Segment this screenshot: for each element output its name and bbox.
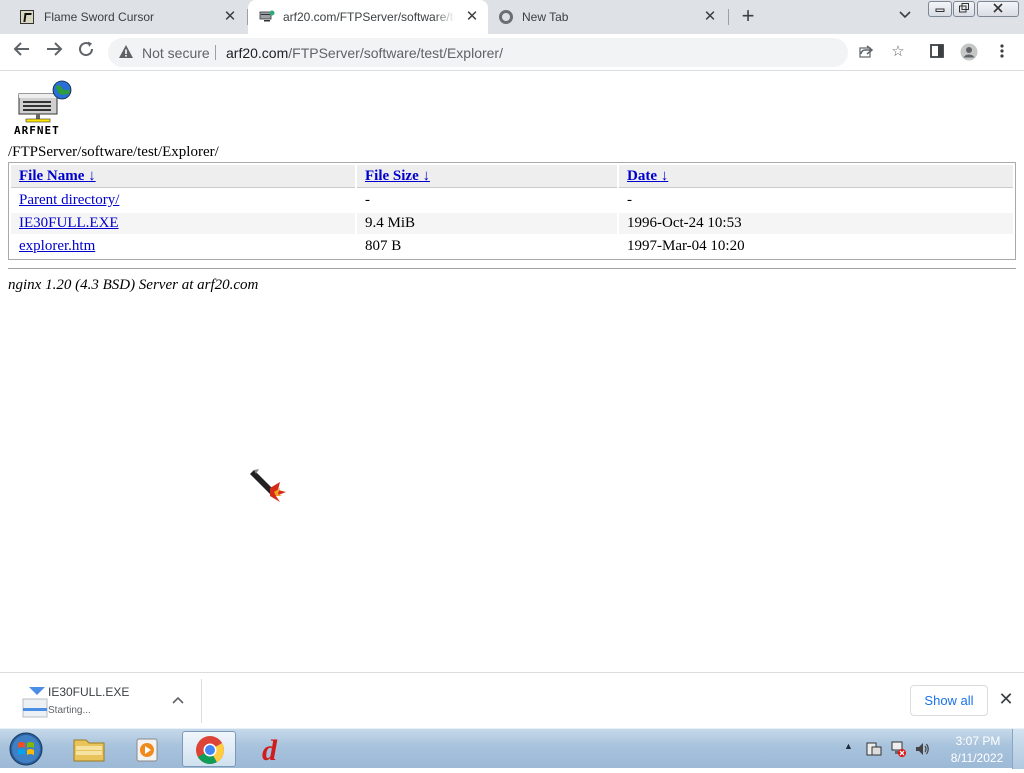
svg-text:d: d — [262, 734, 278, 767]
url-host: arf20.com — [226, 45, 289, 61]
show-all-downloads-button[interactable]: Show all — [910, 685, 988, 716]
table-row: explorer.htm 807 B 1997-Mar-04 10:20 — [11, 236, 1013, 257]
clock-time[interactable]: 3:07 PM — [952, 734, 1004, 748]
download-separator — [201, 679, 202, 723]
close-tab-icon[interactable]: ✕ — [222, 9, 238, 25]
sort-by-date-link[interactable]: Date ↓ — [627, 168, 668, 184]
file-name-cell: IE30FULL.EXE — [11, 213, 355, 234]
date-cell: - — [627, 192, 632, 208]
column-label: File Size — [365, 168, 419, 184]
security-label[interactable]: Not secure — [142, 45, 210, 61]
column-header-file-size: File Size ↓ — [357, 165, 617, 188]
close-tab-icon[interactable]: ✕ — [702, 9, 718, 25]
sort-arrow-icon: ↓ — [422, 168, 430, 184]
download-status: Starting... — [48, 705, 91, 716]
side-panel-icon[interactable] — [928, 43, 946, 61]
file-listing: File Name ↓ File Size ↓ Date ↓ Parent di… — [8, 162, 1016, 260]
windows-taskbar: d ▲ 3:07 PM 8/11/2022 — [0, 728, 1024, 769]
folder-icon — [73, 739, 105, 762]
horizontal-rule — [8, 268, 1016, 269]
url-path: /FTPServer/software/test/Explorer/ — [288, 45, 503, 61]
column-label: File Name — [19, 168, 85, 184]
tab-search-chevron-icon[interactable] — [896, 9, 914, 25]
tab-title: Flame Sword Cursor — [44, 10, 155, 24]
d-app-icon: d — [262, 734, 278, 767]
minimize-button[interactable] — [928, 1, 952, 17]
browser-menu-icon[interactable] — [993, 43, 1011, 61]
taskbar-d-app[interactable]: d — [248, 731, 302, 767]
download-item[interactable]: IE30FULL.EXE Starting... — [0, 673, 200, 729]
show-desktop-button[interactable] — [1012, 729, 1024, 769]
close-download-bar-icon[interactable]: ✕ — [996, 689, 1016, 709]
tab-flame-sword-cursor[interactable]: Flame Sword Cursor ✕ — [8, 0, 246, 34]
tab-title: New Tab — [522, 10, 569, 24]
table-header-row: File Name ↓ File Size ↓ Date ↓ — [11, 165, 1013, 188]
table-row: IE30FULL.EXE 9.4 MiB 1996-Oct-24 10:53 — [11, 213, 1013, 234]
column-header-file-name: File Name ↓ — [11, 165, 355, 188]
server-signature: nginx 1.20 (4.3 BSD) Server at arf20.com — [8, 277, 259, 293]
chevron-up-icon[interactable] — [170, 693, 186, 709]
tab-new-tab[interactable]: New Tab ✕ — [488, 0, 726, 34]
close-window-button[interactable] — [977, 1, 1019, 17]
date-cell: 1997-Mar-04 10:20 — [627, 238, 745, 254]
clock-date[interactable]: 8/11/2022 — [946, 751, 1008, 765]
network-error-icon[interactable] — [890, 741, 906, 757]
url-text[interactable]: arf20.com/FTPServer/software/test/Explor… — [226, 45, 503, 61]
file-size-cell: 9.4 MiB — [357, 213, 617, 234]
volume-icon[interactable] — [914, 741, 930, 757]
chrome-favicon-icon — [499, 10, 513, 24]
share-icon[interactable] — [857, 43, 875, 61]
cursor-favicon-icon — [20, 10, 34, 24]
chrome-icon — [196, 736, 224, 764]
file-table: File Name ↓ File Size ↓ Date ↓ Parent di… — [9, 163, 1015, 259]
directory-path: /FTPServer/software/test/Explorer/ — [8, 144, 219, 160]
taskbar-file-explorer[interactable] — [62, 731, 116, 767]
parent-directory-link[interactable]: Parent directory/ — [19, 192, 119, 208]
show-hidden-icons-icon[interactable]: ▲ — [844, 741, 853, 751]
address-bar[interactable]: Not secure arf20.com/FTPServer/software/… — [108, 38, 848, 67]
omnibox-divider — [215, 45, 216, 60]
tab-arf20-explorer[interactable]: arf20.com/FTPServer/software/test/Explor… — [248, 0, 488, 34]
file-link-explorer-htm[interactable]: explorer.htm — [19, 238, 95, 254]
file-name-cell: explorer.htm — [11, 236, 355, 257]
back-button[interactable] — [9, 40, 35, 64]
file-size-cell: 807 B — [365, 238, 402, 254]
file-name-cell: Parent directory/ — [11, 190, 355, 211]
column-header-date: Date ↓ — [619, 165, 1013, 188]
reload-button[interactable] — [73, 40, 99, 64]
close-tab-icon[interactable]: ✕ — [464, 9, 480, 25]
tab-strip: Flame Sword Cursor ✕ arf20.com/FTPServer… — [0, 0, 1024, 34]
bookmark-star-icon[interactable]: ☆ — [889, 43, 907, 61]
tab-title: arf20.com/FTPServer/software/test/Explor… — [283, 10, 455, 24]
taskbar-chrome[interactable] — [182, 731, 236, 767]
start-orb-icon[interactable] — [6, 730, 46, 768]
file-link-ie30full[interactable]: IE30FULL.EXE — [19, 215, 119, 231]
system-tray: ▲ 3:07 PM 8/11/2022 — [842, 729, 1024, 769]
warning-icon — [119, 45, 133, 58]
media-player-icon — [136, 738, 158, 762]
sort-arrow-icon: ↓ — [660, 168, 669, 184]
tab-separator — [728, 9, 729, 25]
new-tab-button[interactable]: + — [737, 5, 759, 28]
sort-arrow-icon: ↓ — [88, 168, 96, 184]
download-file-name: IE30FULL.EXE — [48, 685, 130, 699]
forward-button[interactable] — [41, 40, 67, 64]
date-cell: 1996-Oct-24 10:53 — [619, 213, 1013, 234]
file-size-cell: - — [365, 192, 370, 208]
page-content: ARFNET /FTPServer/software/test/Explorer… — [0, 72, 1024, 672]
taskbar-media-player[interactable] — [122, 731, 176, 767]
table-row: Parent directory/ - - — [11, 190, 1013, 211]
action-center-icon[interactable] — [866, 741, 882, 757]
browser-toolbar: Not secure arf20.com/FTPServer/software/… — [0, 34, 1024, 71]
sort-by-name-link[interactable]: File Name ↓ — [19, 168, 96, 184]
column-label: Date — [627, 168, 657, 184]
logo-text: ARFNET — [14, 124, 60, 137]
flame-sword-cursor-icon — [250, 469, 286, 502]
sort-by-size-link[interactable]: File Size ↓ — [365, 168, 430, 184]
restore-button[interactable] — [953, 1, 975, 17]
server-favicon-icon — [259, 10, 275, 22]
profile-avatar-icon[interactable] — [960, 43, 978, 61]
download-bar: IE30FULL.EXE Starting... Show all ✕ — [0, 672, 1024, 728]
